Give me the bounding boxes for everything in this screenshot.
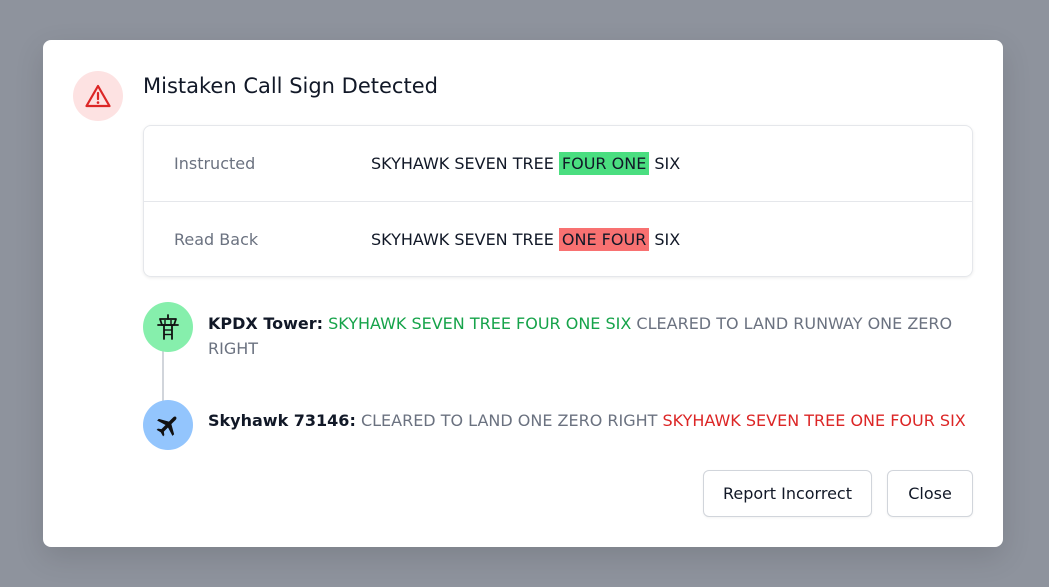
read-back-row: Read Back SKYHAWK SEVEN TREE ONE FOUR SI… bbox=[144, 201, 972, 276]
call-sign-dialog: Mistaken Call Sign Detected Instructed S… bbox=[43, 40, 1003, 547]
alert-badge bbox=[73, 71, 123, 121]
instructed-prefix: SKYHAWK SEVEN TREE bbox=[371, 154, 559, 173]
tower-speaker: KPDX Tower: bbox=[208, 314, 324, 333]
tower-avatar bbox=[143, 302, 193, 352]
read-back-suffix: SIX bbox=[649, 229, 681, 249]
read-back-value: SKYHAWK SEVEN TREE ONE FOUR SIX bbox=[371, 227, 681, 251]
read-back-label: Read Back bbox=[174, 229, 259, 249]
aircraft-speaker: Skyhawk 73146: bbox=[208, 411, 356, 430]
warning-triangle-icon bbox=[85, 84, 111, 108]
callsign-comparison-table: Instructed SKYHAWK SEVEN TREE FOUR ONE S… bbox=[143, 125, 973, 277]
instructed-suffix: SIX bbox=[649, 154, 681, 173]
aircraft-text: CLEARED TO LAND ONE ZERO RIGHT bbox=[360, 411, 663, 430]
read-back-highlight: ONE FOUR bbox=[558, 227, 650, 251]
tower-callsign: SKYHAWK SEVEN TREE FOUR ONE SIX bbox=[328, 314, 632, 333]
aircraft-message: Skyhawk 73146: CLEARED TO LAND ONE ZERO … bbox=[208, 408, 968, 433]
dialog-title: Mistaken Call Sign Detected bbox=[143, 74, 438, 98]
report-incorrect-button[interactable]: Report Incorrect bbox=[703, 470, 872, 517]
instructed-highlight: FOUR ONE bbox=[558, 152, 650, 175]
instructed-row: Instructed SKYHAWK SEVEN TREE FOUR ONE S… bbox=[144, 126, 972, 201]
airplane-icon bbox=[156, 416, 177, 437]
control-tower-icon bbox=[157, 314, 179, 340]
read-back-prefix: SKYHAWK SEVEN TREE bbox=[371, 229, 559, 249]
aircraft-callsign: SKYHAWK SEVEN TREE ONE FOUR SIX bbox=[662, 411, 966, 430]
tower-message: KPDX Tower: SKYHAWK SEVEN TREE FOUR ONE … bbox=[208, 311, 968, 361]
aircraft-avatar bbox=[143, 400, 193, 450]
close-button[interactable]: Close bbox=[887, 470, 973, 517]
instructed-value: SKYHAWK SEVEN TREE FOUR ONE SIX bbox=[371, 152, 681, 175]
instructed-label: Instructed bbox=[174, 154, 256, 173]
